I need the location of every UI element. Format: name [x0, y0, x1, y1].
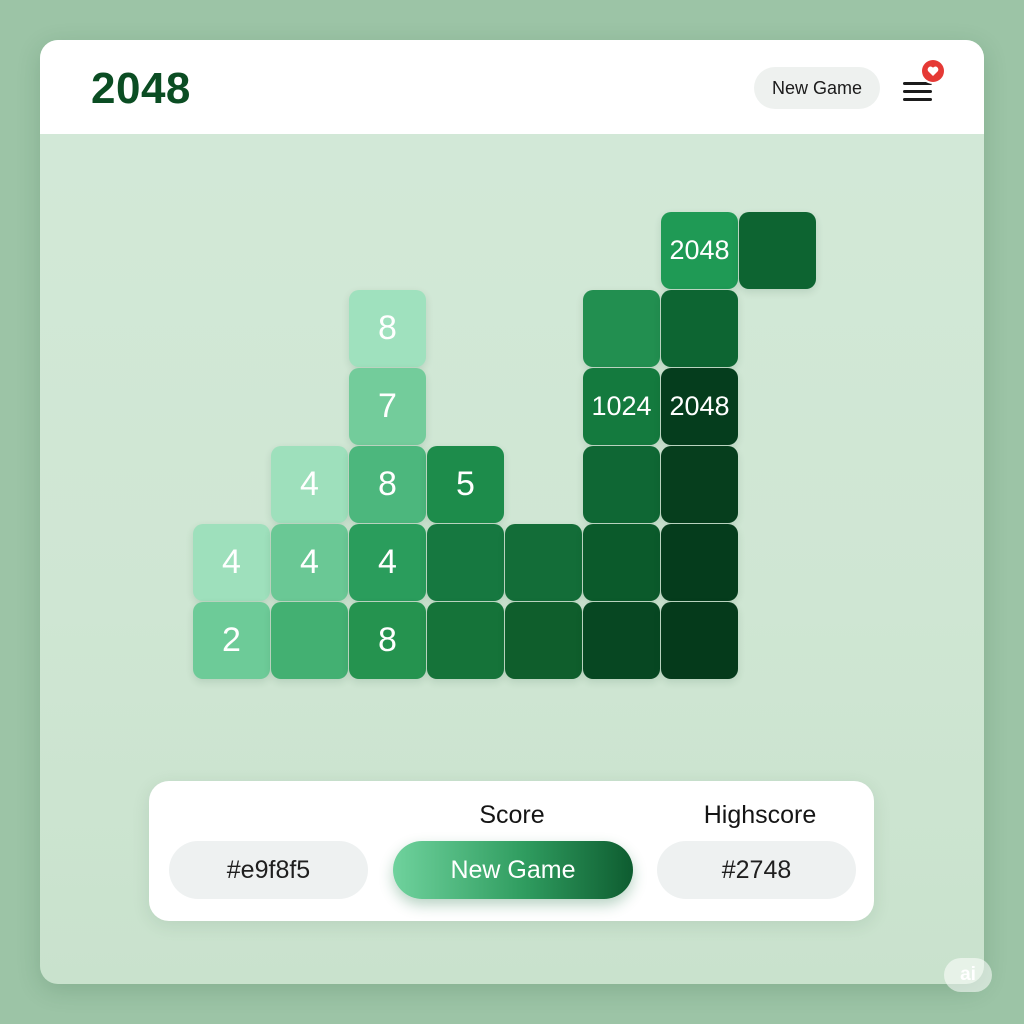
board-tile [583, 524, 660, 601]
color-value-field: #e9f8f5 [169, 841, 368, 899]
highscore-label: Highscore [703, 801, 817, 829]
new-game-button[interactable]: New Game [393, 841, 633, 899]
board-tile: 7 [349, 368, 426, 445]
board-tile [661, 446, 738, 523]
board-tile: 4 [349, 524, 426, 601]
board-tile [583, 446, 660, 523]
board-tile: 4 [271, 446, 348, 523]
board-tile [583, 290, 660, 367]
board-tile [505, 524, 582, 601]
board-tile: 2 [193, 602, 270, 679]
board-tile: 2048 [661, 368, 738, 445]
board-tile: 4 [193, 524, 270, 601]
board-tile [427, 602, 504, 679]
board-tile: 4 [271, 524, 348, 601]
board-tile: 2048 [661, 212, 738, 289]
highscore-value: #2748 [657, 841, 856, 899]
board-tile [739, 212, 816, 289]
board-tile [661, 602, 738, 679]
board-tile [271, 602, 348, 679]
board-tile [583, 602, 660, 679]
board-tile [427, 524, 504, 601]
board-tile: 8 [349, 446, 426, 523]
score-panel: Score Highscore #e9f8f5 New Game #2748 [149, 781, 874, 921]
board-tile [661, 524, 738, 601]
game-window: 2048 New Game 2048 8 7 1024 2048 4 8 5 4 4 4 2 8 Sco… [40, 40, 984, 984]
score-label: Score [479, 801, 545, 829]
board-tile [505, 602, 582, 679]
board-tile [661, 290, 738, 367]
board-tile: 8 [349, 290, 426, 367]
board-tile: 1024 [583, 368, 660, 445]
board-tile: 5 [427, 446, 504, 523]
board-tile: 8 [349, 602, 426, 679]
ai-watermark: ai [944, 958, 992, 992]
